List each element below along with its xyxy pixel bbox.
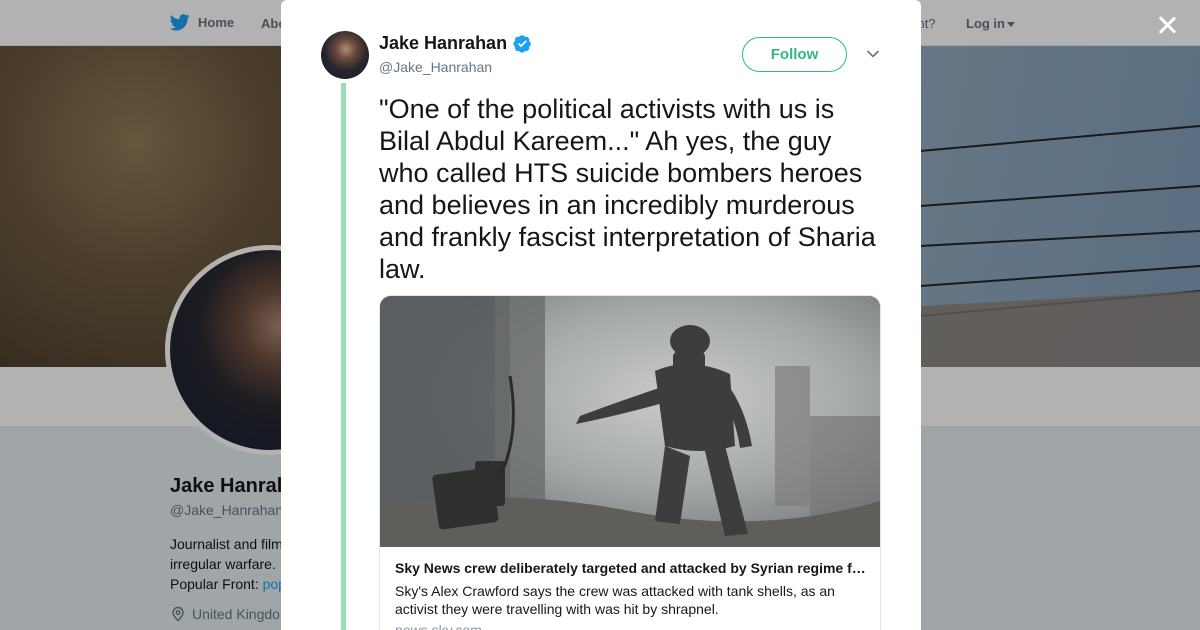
- card-domain: news.sky.com: [395, 622, 482, 630]
- card-description: Sky's Alex Crawford says the crew was at…: [395, 583, 835, 617]
- follow-button[interactable]: Follow: [742, 37, 847, 72]
- card-photo-scene: [380, 296, 880, 547]
- card-image: [380, 296, 880, 547]
- tweet-text: "One of the political activists with us …: [379, 94, 876, 284]
- link-preview-card[interactable]: Sky News crew deliberately targeted and …: [379, 295, 881, 630]
- close-icon[interactable]: [1152, 10, 1182, 40]
- tweet-author-avatar[interactable]: [321, 31, 369, 79]
- tweet-author-name: Jake Hanrahan: [379, 33, 508, 53]
- verified-badge-icon: [513, 35, 531, 53]
- tweet-author-handle[interactable]: @Jake_Hanrahan: [379, 59, 492, 75]
- tweet-modal: Jake Hanrahan @Jake_Hanrahan Follow "One…: [281, 0, 921, 630]
- card-title: Sky News crew deliberately targeted and …: [395, 560, 870, 576]
- tweet-author-name-row[interactable]: Jake Hanrahan: [379, 33, 532, 54]
- chevron-down-icon[interactable]: [866, 47, 880, 61]
- thread-line: [341, 83, 346, 630]
